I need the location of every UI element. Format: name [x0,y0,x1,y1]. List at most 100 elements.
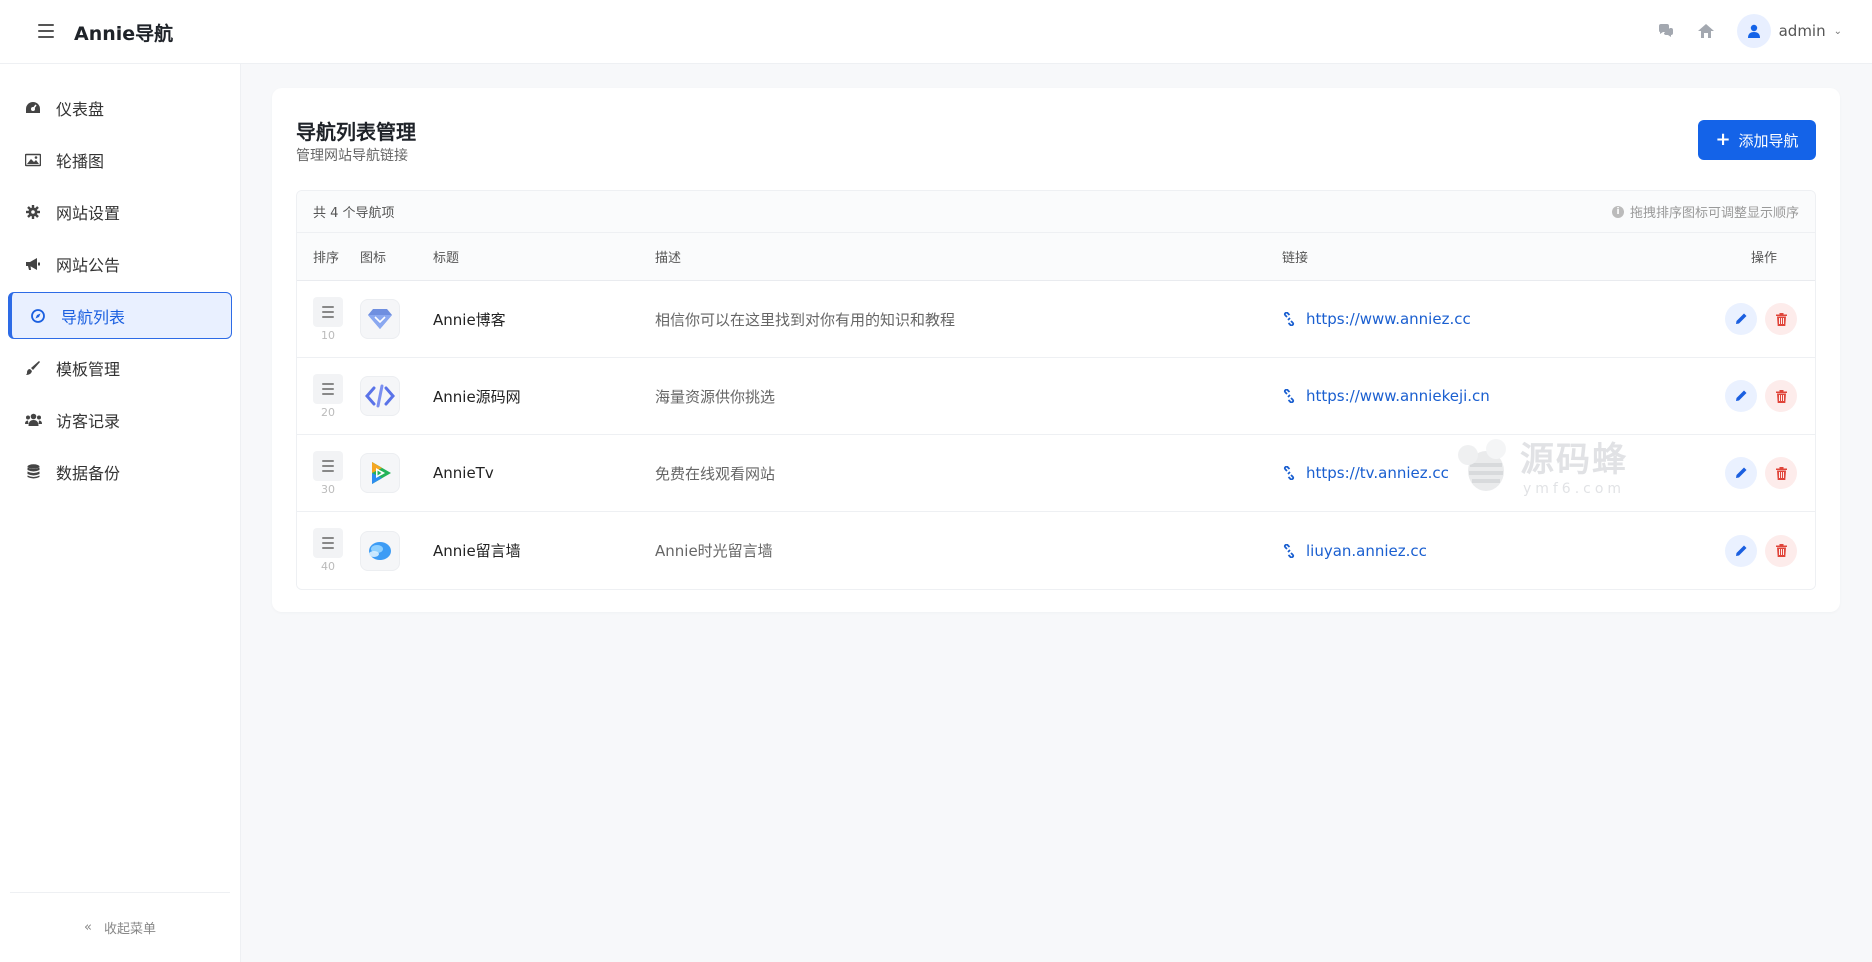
table-row: 20 Annie源码网 海量资源供你挑选 https://www.annieke… [297,358,1815,435]
trash-icon [1775,544,1787,557]
row-desc: 免费在线观看网站 [655,464,776,483]
pencil-icon [1736,467,1747,478]
delete-button[interactable] [1765,457,1797,489]
link-icon [1283,312,1295,326]
collapse-menu-button[interactable]: « 收起菜单 [10,892,230,962]
row-link[interactable]: liuyan.anniez.cc [1282,542,1702,560]
comments-icon[interactable] [1657,22,1675,40]
user-menu[interactable]: admin ⌄ [1736,14,1842,48]
megaphone-icon [24,255,42,273]
sidebar-item-visitors[interactable]: 访客记录 [8,396,232,443]
sidebar-item-label: 轮播图 [56,151,105,171]
row-link[interactable]: https://www.anniekeji.cn [1282,387,1702,405]
top-header: Annie导航 admin ⌄ [0,0,1872,64]
brush-icon [24,359,42,377]
sidebar-item-label: 模板管理 [56,359,121,379]
link-icon [1283,466,1295,480]
brand-title: Annie导航 [74,23,174,45]
drag-handle-icon[interactable] [313,373,343,404]
row-link-text: https://www.anniekeji.cn [1306,387,1490,405]
gear-icon [24,203,42,221]
chevron-down-icon: ⌄ [1833,25,1842,37]
bee-logo-icon [1458,438,1506,491]
sidebar-item-backup[interactable]: 数据备份 [8,448,232,495]
drag-handle-icon[interactable] [313,528,343,558]
sidebar-item-templates[interactable]: 模板管理 [8,344,232,391]
username: admin [1778,22,1826,40]
watermark-sub: ymf6.com [1522,481,1626,497]
table-header: 排序 图标 标题 描述 链接 操作 [297,233,1815,281]
sort-number: 20 [321,405,335,419]
header-actions: admin ⌄ [1657,14,1842,48]
edit-button[interactable] [1725,303,1757,335]
trash-icon [1775,466,1787,480]
row-desc: Annie时光留言墙 [655,542,773,560]
drag-hint-text: 拖拽排序图标可调整显示顺序 [1629,206,1799,221]
edit-button[interactable] [1725,534,1757,567]
delete-button[interactable] [1765,303,1797,335]
trash-icon [1775,389,1787,403]
avatar [1736,14,1771,48]
row-title: Annie留言墙 [433,542,521,560]
column-header-title: 标题 [433,251,460,266]
sidebar: 仪表盘 轮播图 网站设置 网站公告 导航列表 模板管理 访客记录 数据备份 « … [0,64,241,962]
add-nav-button[interactable]: + 添加导航 [1698,120,1816,160]
row-title: Annie源码网 [433,387,521,406]
row-title: Annie博客 [433,310,506,329]
table-row: 40 Annie留言墙 Annie时光留言墙 liuyan.anniez.cc [297,512,1815,589]
nav-list-card: 导航列表管理 管理网站导航链接 + 添加导航 共 4 个导航项 i 拖拽排序图标… [272,88,1840,612]
row-link-text: liuyan.anniez.cc [1306,541,1427,560]
row-link-text: https://www.anniez.cc [1306,310,1471,328]
users-icon [24,411,42,429]
watermark: 源码蜂 ymf6.com [1450,432,1628,497]
plus-icon: + [1715,129,1731,150]
sidebar-item-announcement[interactable]: 网站公告 [8,240,232,287]
drag-handle-icon[interactable] [313,296,343,327]
compass-icon [29,307,47,325]
double-chevron-left-icon: « [84,920,92,935]
sidebar-item-site-settings[interactable]: 网站设置 [8,188,232,235]
sort-number: 10 [321,328,335,342]
delete-button[interactable] [1765,380,1797,412]
image-icon [24,151,42,169]
drag-hint: i 拖拽排序图标可调整显示顺序 [1611,202,1799,221]
sidebar-item-nav-list[interactable]: 导航列表 [8,292,232,339]
nav-table: 共 4 个导航项 i 拖拽排序图标可调整显示顺序 排序 图标 标题 描述 链接 … [296,190,1816,590]
row-title: AnnieTv [433,464,494,482]
sidebar-item-label: 数据备份 [56,463,121,483]
sort-number: 40 [321,560,335,573]
column-header-link: 链接 [1282,251,1309,266]
edit-button[interactable] [1725,457,1757,489]
item-count: 共 4 个导航项 [313,206,395,221]
pencil-icon [1736,545,1747,556]
sidebar-nav: 仪表盘 轮播图 网站设置 网站公告 导航列表 模板管理 访客记录 数据备份 [0,64,240,495]
pencil-icon [1736,390,1747,401]
info-icon: i [1611,205,1624,218]
play-icon [360,453,400,493]
sidebar-item-label: 网站公告 [56,255,121,275]
row-desc: 海量资源供你挑选 [655,387,776,406]
sidebar-item-label: 访客记录 [56,411,121,431]
table-row: 10 Annie博客 相信你可以在这里找到对你有用的知识和教程 https://… [297,281,1815,358]
sidebar-item-label: 导航列表 [61,307,126,327]
drag-handle-icon[interactable] [313,450,343,481]
menu-toggle-icon[interactable] [38,24,54,38]
sidebar-item-dashboard[interactable]: 仪表盘 [8,84,232,131]
link-icon [1283,389,1295,403]
sidebar-item-carousel[interactable]: 轮播图 [8,136,232,183]
column-header-sort[interactable]: 排序 [297,247,360,266]
diamond-icon [360,299,400,339]
row-link[interactable]: https://www.anniez.cc [1282,310,1702,328]
sidebar-item-label: 仪表盘 [56,99,105,119]
edit-button[interactable] [1725,380,1757,412]
delete-button[interactable] [1765,534,1797,567]
pencil-icon [1736,313,1747,324]
code-icon [360,376,400,416]
table-info-bar: 共 4 个导航项 i 拖拽排序图标可调整显示顺序 [297,191,1815,233]
database-icon [24,463,42,481]
sort-number: 30 [321,482,335,496]
home-icon[interactable] [1697,22,1715,40]
watermark-text: 源码蜂 [1520,440,1628,480]
column-header-icon: 图标 [360,251,387,266]
column-header-desc: 描述 [655,251,682,266]
